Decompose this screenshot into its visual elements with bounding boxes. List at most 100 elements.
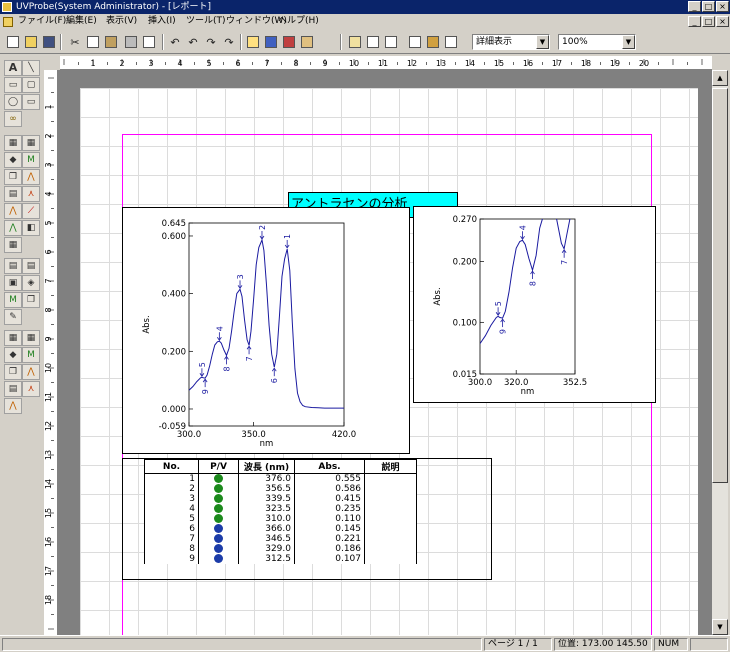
line-tool-icon[interactable]: ╲ — [22, 60, 40, 76]
ruler-label: 12 — [407, 59, 417, 68]
menu-insert[interactable]: 挿入(I) — [148, 14, 176, 29]
instrument-object-icon[interactable]: ▤ — [4, 186, 22, 202]
data-icon[interactable] — [280, 33, 298, 51]
redo-icon[interactable]: ↷ — [202, 33, 220, 51]
photometric-2-icon[interactable]: ◆ — [4, 347, 22, 363]
open-icon[interactable] — [22, 33, 40, 51]
sample-icon[interactable]: ❐ — [4, 169, 22, 185]
palette-icon[interactable]: ◈ — [22, 275, 40, 291]
header-pv: P/V — [198, 459, 239, 474]
paste-icon[interactable] — [102, 33, 120, 51]
grid-icon[interactable] — [406, 33, 424, 51]
method-icon[interactable] — [298, 33, 316, 51]
minimize-button[interactable]: _ — [688, 1, 701, 12]
instrument-2-icon[interactable]: ▤ — [4, 381, 22, 397]
page-setup-icon[interactable] — [346, 33, 364, 51]
next-page-icon[interactable] — [382, 33, 400, 51]
close-button[interactable]: × — [716, 1, 729, 12]
image-tool-icon[interactable]: ▭ — [22, 94, 40, 110]
edit-icon[interactable]: ✎ — [4, 309, 22, 325]
undo-step-icon[interactable]: ↶ — [184, 33, 202, 51]
ellipse-tool-icon[interactable]: ◯ — [4, 94, 22, 110]
view-mode-select[interactable]: 詳細表示 ▼ — [472, 34, 550, 50]
report-table-icon[interactable]: ▤ — [22, 258, 40, 274]
table-row[interactable]: 9 312.5 0.107 — [144, 554, 417, 564]
new-icon[interactable] — [4, 33, 22, 51]
scroll-thumb[interactable] — [712, 88, 728, 483]
method-object-2-icon[interactable]: M — [4, 292, 22, 308]
ole-object-icon[interactable]: ∞ — [4, 111, 22, 127]
cut-icon[interactable]: ✂ — [66, 33, 84, 51]
table-row[interactable]: 3 339.5 0.415 — [144, 494, 417, 504]
kinetics-2-icon[interactable]: ⋀ — [22, 364, 40, 380]
overlay-icon[interactable]: ⋀ — [4, 220, 22, 236]
table-row[interactable]: 6 366.0 0.145 — [144, 524, 417, 534]
properties-icon[interactable] — [424, 33, 442, 51]
spectrum-icon[interactable]: ⋀ — [4, 203, 22, 219]
undo-icon[interactable]: ↶ — [166, 33, 184, 51]
table-row[interactable]: 7 346.5 0.221 — [144, 534, 417, 544]
cell-abs: 0.110 — [294, 514, 365, 524]
menu-edit[interactable]: 編集(E) — [66, 14, 97, 29]
vertical-scrollbar[interactable]: ▲ ▼ — [712, 70, 728, 635]
status-icon[interactable]: ▣ — [4, 275, 22, 291]
report-icon[interactable] — [244, 33, 262, 51]
graph-icon[interactable]: ⟋ — [22, 203, 40, 219]
maximize-button[interactable]: □ — [702, 1, 715, 12]
grid-2-icon[interactable]: ▦ — [22, 330, 40, 346]
spectrum-chart-full[interactable]: 0.645 0.600 0.400 0.200 0.000 -0.059 300.0 350.… — [122, 207, 410, 454]
scroll-up-icon[interactable]: ▲ — [712, 70, 728, 86]
zoom-select[interactable]: 100% ▼ — [558, 34, 636, 50]
save-icon[interactable] — [40, 33, 58, 51]
kinetics-icon[interactable]: ⋀ — [22, 169, 40, 185]
text-tool-icon[interactable]: A — [4, 60, 22, 76]
menu-file[interactable]: ファイル(F) — [18, 14, 66, 29]
print-icon[interactable] — [122, 33, 140, 51]
layout-icon[interactable] — [442, 33, 460, 51]
chevron-down-icon[interactable]: ▼ — [536, 35, 549, 49]
table-row[interactable]: 2 356.5 0.586 — [144, 484, 417, 494]
grid-object-icon[interactable]: ▦ — [22, 135, 40, 151]
calc-icon[interactable]: ▤ — [4, 258, 22, 274]
chevron-down-icon[interactable]: ▼ — [622, 35, 635, 49]
spectrum-2-icon[interactable]: ⋀ — [4, 398, 22, 414]
peak-pick-icon[interactable]: ⋏ — [22, 186, 40, 202]
sample-2-icon[interactable]: ❐ — [22, 292, 40, 308]
peak-label: 4 — [215, 326, 224, 331]
method-object-icon[interactable]: M — [22, 152, 40, 168]
copy-icon[interactable] — [84, 33, 102, 51]
spectrum-chart-zoom[interactable]: 0.270 0.200 0.100 0.015 300.0 320.0 352.5 nm Abs… — [413, 206, 656, 403]
cell-wavelength: 312.5 — [238, 554, 295, 564]
document-icon[interactable] — [3, 17, 13, 27]
child-minimize-button[interactable]: _ — [688, 16, 701, 27]
scroll-down-icon[interactable]: ▼ — [712, 619, 728, 635]
table-object-icon[interactable]: ▦ — [4, 135, 22, 151]
child-close-button[interactable]: × — [716, 16, 729, 27]
valley-label: 9 — [499, 329, 508, 334]
prev-page-icon[interactable] — [364, 33, 382, 51]
peak-pick-2-icon[interactable]: ⋏ — [22, 381, 40, 397]
table-row[interactable]: 5 310.0 0.110 — [144, 514, 417, 524]
rectangle-tool-icon[interactable]: ▭ — [4, 77, 22, 93]
status-blank — [690, 638, 728, 651]
area-icon[interactable]: ◧ — [22, 220, 40, 236]
sample-3-icon[interactable]: ❐ — [4, 364, 22, 380]
menu-help[interactable]: ヘルプ(H) — [278, 14, 319, 29]
table-row[interactable]: 4 323.5 0.235 — [144, 504, 417, 514]
table-row[interactable]: 1 376.0 0.555 — [144, 473, 417, 484]
child-maximize-button[interactable]: □ — [702, 16, 715, 27]
redo-step-icon[interactable]: ↷ — [220, 33, 238, 51]
photometric-icon[interactable]: ◆ — [4, 152, 22, 168]
print-preview-icon[interactable] — [140, 33, 158, 51]
table-2-icon[interactable]: ▦ — [4, 330, 22, 346]
rounded-rect-tool-icon[interactable]: ▢ — [22, 77, 40, 93]
menu-tools[interactable]: ツール(T) — [186, 14, 226, 29]
report-workspace[interactable]: アントラセンの分析 0.645 0.600 0.400 0.200 0.000 -0.05… — [58, 70, 712, 635]
peak-table-icon[interactable]: ▦ — [4, 237, 22, 253]
table-row[interactable]: 8 329.0 0.186 — [144, 544, 417, 554]
report-page[interactable]: アントラセンの分析 0.645 0.600 0.400 0.200 0.000 -0.05… — [80, 88, 698, 635]
method-3-icon[interactable]: M — [22, 347, 40, 363]
instrument-icon[interactable] — [262, 33, 280, 51]
y-tick-label: 0.200 — [162, 347, 186, 357]
menu-view[interactable]: 表示(V) — [106, 14, 137, 29]
